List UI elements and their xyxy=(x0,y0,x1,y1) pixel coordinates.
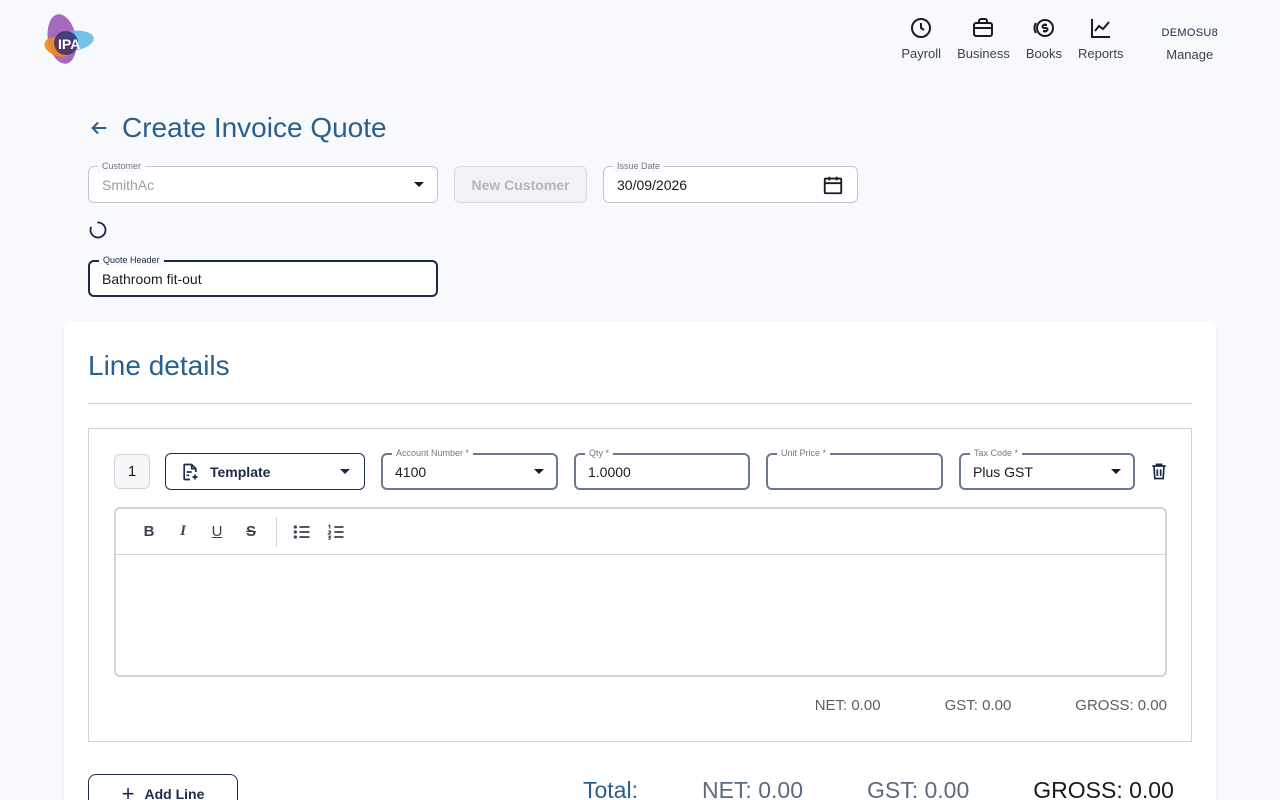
customer-select[interactable]: Customer SmithAc xyxy=(88,160,438,203)
numbered-list-button[interactable] xyxy=(319,517,353,547)
customer-label: Customer xyxy=(98,160,146,172)
total-gst: GST: 0.00 xyxy=(866,777,970,800)
trend-chart-icon xyxy=(1090,19,1110,38)
nav-label: Reports xyxy=(1077,46,1124,61)
qty-label: Qty * xyxy=(585,447,614,459)
total-gross: GROSS: 0.00 xyxy=(1033,777,1174,800)
line-gross-total: GROSS: 0.00 xyxy=(1075,697,1167,714)
account-number-select[interactable]: Account Number * 4100 xyxy=(381,447,558,490)
bold-button[interactable]: B xyxy=(132,517,166,547)
manage-label: Manage xyxy=(1166,47,1214,62)
editor-content[interactable] xyxy=(116,555,1165,675)
line-gst-total: GST: 0.00 xyxy=(944,697,1012,714)
nav-manage[interactable]: DEMOSU8 Manage xyxy=(1162,16,1219,62)
tax-code-value: Plus GST xyxy=(973,463,1033,480)
divider xyxy=(88,403,1192,404)
quote-header-field[interactable]: Quote Header Bathroom fit-out xyxy=(88,254,438,297)
quote-header-value: Bathroom fit-out xyxy=(102,270,202,287)
issue-date-field[interactable]: Issue Date 30/09/2026 xyxy=(603,160,858,203)
page-title-row: Create Invoice Quote xyxy=(88,112,387,144)
issue-date-value: 30/09/2026 xyxy=(617,176,688,193)
new-customer-button[interactable]: New Customer xyxy=(454,166,587,203)
quote-header-label: Quote Header xyxy=(99,254,164,266)
nav-label: Payroll xyxy=(901,46,942,61)
underline-button[interactable]: U xyxy=(200,517,234,547)
back-arrow-icon[interactable] xyxy=(88,117,110,139)
tax-code-select[interactable]: Tax Code * Plus GST xyxy=(959,447,1135,490)
page-title: Create Invoice Quote xyxy=(122,112,387,143)
line-totals: NET: 0.00 GST: 0.00 GROSS: 0.00 xyxy=(751,697,1167,714)
logo-text: IPA xyxy=(58,36,80,52)
chevron-down-icon xyxy=(340,469,350,474)
app-logo[interactable]: IPA xyxy=(36,11,96,65)
line-number: 1 xyxy=(114,454,150,489)
user-name: DEMOSU8 xyxy=(1161,27,1218,39)
nav-books[interactable]: Books xyxy=(1026,16,1062,61)
chevron-down-icon[interactable] xyxy=(534,469,544,474)
document-plus-icon xyxy=(183,463,198,480)
qty-value: 1.0000 xyxy=(588,463,631,480)
total-net: NET: 0.00 xyxy=(701,777,803,800)
top-nav: Payroll Business Books Reports DEMOSU8 M… xyxy=(885,16,1218,62)
nav-label: Business xyxy=(957,46,1010,61)
italic-button[interactable]: I xyxy=(166,517,200,547)
strikethrough-button[interactable]: S xyxy=(234,517,268,547)
clock-icon xyxy=(911,18,932,38)
calendar-icon[interactable] xyxy=(822,174,844,196)
nav-reports[interactable]: Reports xyxy=(1078,16,1124,61)
editor-toolbar: B I U S xyxy=(116,509,1165,555)
plus-icon: + xyxy=(121,781,135,800)
bullet-list-icon xyxy=(293,524,310,539)
line-item: 1 Template Account Number * 4100 Qty * 1… xyxy=(88,428,1192,742)
issue-date-label: Issue Date xyxy=(613,160,665,172)
unit-price-field[interactable]: Unit Price * xyxy=(766,447,943,490)
template-dropdown[interactable]: Template xyxy=(165,453,365,490)
qty-field[interactable]: Qty * 1.0000 xyxy=(574,447,750,490)
line-net-total: NET: 0.00 xyxy=(814,697,881,714)
loading-spinner-icon xyxy=(89,221,107,239)
toolbar-separator xyxy=(276,516,277,547)
chevron-down-icon[interactable] xyxy=(414,182,424,187)
line-details-title: Line details xyxy=(88,350,230,381)
total-label: Total: xyxy=(583,777,638,800)
grand-totals: Total: NET: 0.00 GST: 0.00 GROSS: 0.00 xyxy=(583,777,1174,800)
briefcase-icon xyxy=(973,18,994,37)
bullet-list-button[interactable] xyxy=(285,517,319,547)
unit-price-label: Unit Price * xyxy=(777,447,831,459)
template-label: Template xyxy=(210,463,271,480)
nav-business[interactable]: Business xyxy=(957,16,1010,61)
nav-label: Books xyxy=(1025,46,1062,61)
add-line-button[interactable]: + Add Line xyxy=(88,774,238,800)
dollar-coin-icon xyxy=(1033,19,1054,37)
add-line-label: Add Line xyxy=(144,786,205,800)
description-editor[interactable]: B I U S xyxy=(114,507,1167,677)
chevron-down-icon[interactable] xyxy=(1111,469,1121,474)
account-number-label: Account Number * xyxy=(392,447,474,459)
line-details-card: Line details 1 Template Account Number *… xyxy=(64,321,1216,800)
numbered-list-icon xyxy=(327,523,344,540)
customer-value: SmithAc xyxy=(102,176,155,193)
account-number-value: 4100 xyxy=(395,463,427,480)
trash-icon[interactable] xyxy=(1149,461,1169,481)
tax-code-label: Tax Code * xyxy=(970,447,1023,459)
nav-payroll[interactable]: Payroll xyxy=(901,16,941,61)
